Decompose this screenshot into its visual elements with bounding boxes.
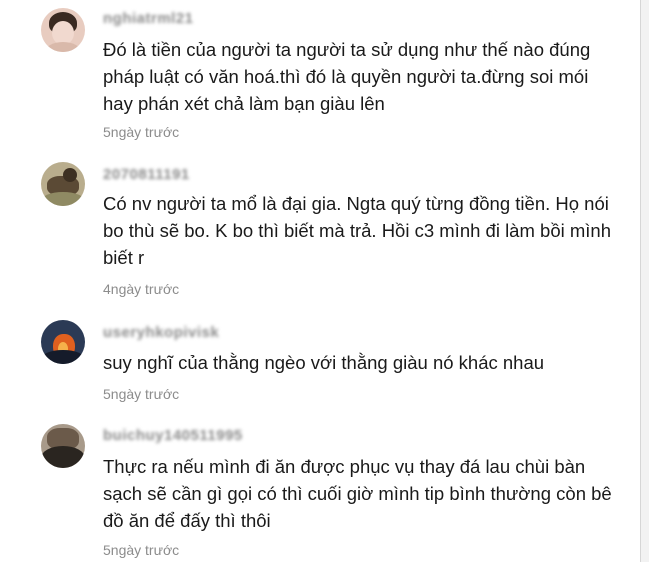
comment-time: 4ngày trước [103, 281, 180, 297]
comment-username[interactable]: useryhkopivisk [103, 324, 219, 344]
comment-text: Thực ra nếu mình đi ăn được phục vụ thay… [103, 456, 612, 531]
avatar[interactable] [41, 8, 85, 52]
avatar[interactable] [41, 424, 85, 468]
comment-time: 5ngày trước [103, 386, 180, 402]
comment-text: suy nghĩ của thằng ngèo với thằng giàu n… [103, 352, 545, 373]
comment-list: nghiatrml21 Đó là tiền của người ta ngườ… [0, 0, 641, 562]
comment-username[interactable]: buichuy140511995 [103, 427, 243, 447]
avatar[interactable] [41, 320, 85, 364]
avatar[interactable] [41, 162, 85, 206]
comment-text: Đó là tiền của người ta người ta sử dụng… [103, 39, 591, 114]
comment-username[interactable]: nghiatrml21 [103, 10, 194, 30]
comment-text: Có nv người ta mổ là đại gia. Ngta quý t… [103, 193, 611, 268]
comment-time: 5ngày trước [103, 542, 180, 558]
comment-username[interactable]: 2070811191 [103, 166, 190, 186]
scroll-edge [641, 0, 649, 562]
comment-time: 5ngày trước [103, 124, 180, 140]
